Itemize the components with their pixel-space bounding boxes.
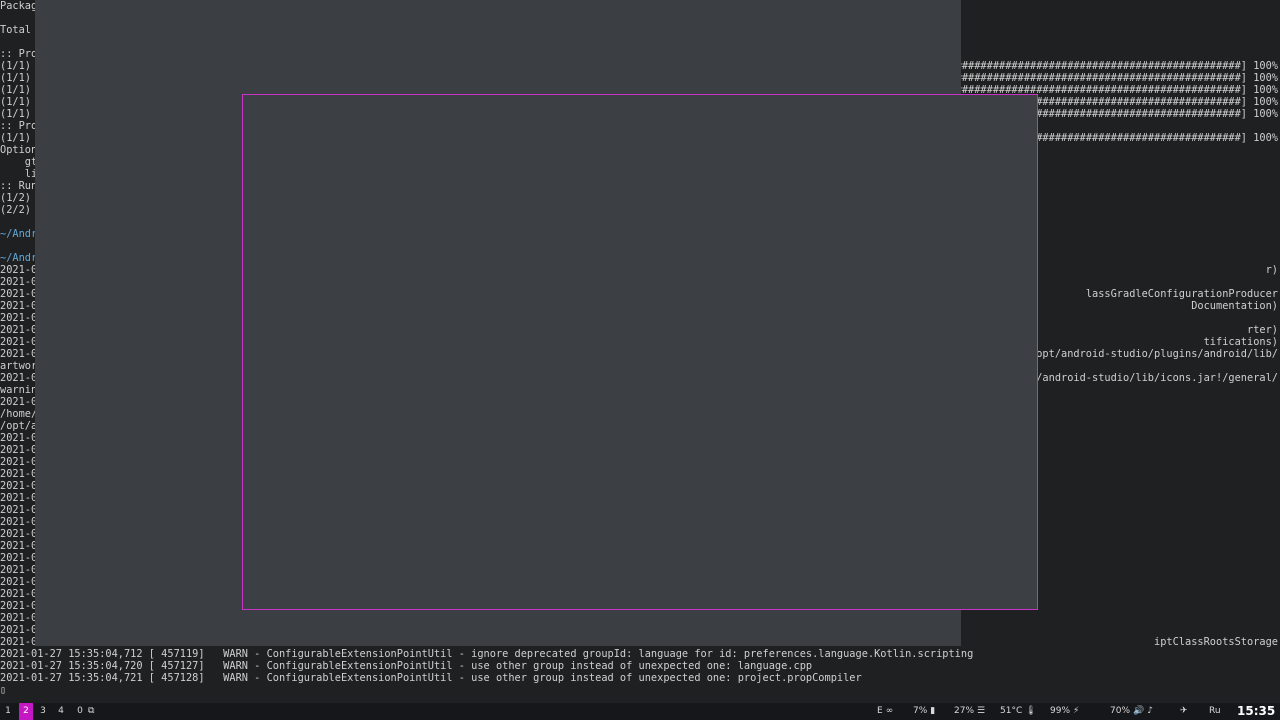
terminal-prompt-cursor[interactable]: ▯: [0, 684, 6, 696]
battery-charging-icon: ⚡: [1073, 706, 1080, 716]
terminal-line: rter): [1247, 324, 1278, 336]
terminal-line: 2021-0: [0, 336, 38, 348]
terminal-line: Documentation): [1191, 300, 1278, 312]
terminal-line: Option: [0, 144, 38, 156]
terminal-line: artwor: [0, 360, 38, 372]
terminal-line: 2021-0: [0, 468, 38, 480]
terminal-line: 2021-0: [0, 516, 38, 528]
terminal-line: 2021-0: [0, 588, 38, 600]
terminal-line: r): [1265, 264, 1278, 276]
terminal-line: :: Pro: [0, 48, 38, 60]
terminal-line: (1/1): [0, 72, 31, 84]
log-line: 2021-01-27 15:35:04,720 [ 457127] WARN -…: [0, 660, 813, 672]
terminal-line: 2021-0: [0, 492, 38, 504]
terminal-line: gt: [0, 156, 38, 168]
terminal-line: Total: [0, 24, 31, 36]
terminal-line: 2021-0: [0, 480, 38, 492]
terminal-line: ########################################…: [949, 60, 1278, 72]
terminal-line: 2021-0: [0, 312, 38, 324]
terminal-line: ~/Andr: [0, 252, 38, 264]
terminal-line: Packag: [0, 0, 38, 12]
floating-focused-window[interactable]: [242, 94, 1038, 610]
log-line: 2021-01-27 15:35:04,721 [ 457128] WARN -…: [0, 672, 862, 684]
terminal-line: 2021-0: [0, 348, 38, 360]
terminal-line: 2021-0: [0, 528, 38, 540]
language-indicator[interactable]: Ru: [1209, 703, 1221, 720]
status-bar: 1 2 3 4 0 ⧉ E ∞ 7% ▮ 27% ☰ 51°C 🌡 99% ⚡ 70% 🔊 ♪…: [0, 703, 1280, 720]
workspace-3[interactable]: 3: [36, 703, 50, 720]
terminal-line: 2021-0: [0, 624, 38, 636]
terminal-line: (1/1): [0, 96, 31, 108]
clock: 15:35: [1237, 704, 1276, 718]
tray-icon[interactable]: ✈: [1180, 703, 1188, 720]
terminal-line: li: [0, 168, 38, 180]
terminal-line: 2021-0: [0, 564, 38, 576]
terminal-line: 2021-0: [0, 276, 38, 288]
speaker-icon: 🔊: [1133, 706, 1145, 716]
terminal-line: :: Run: [0, 180, 38, 192]
battery: 99% ⚡: [1050, 703, 1079, 720]
terminal-line: (1/2): [0, 192, 31, 204]
terminal-line: 2021-0: [0, 264, 38, 276]
headphones-icon: ♪: [1147, 706, 1153, 716]
terminal-line: tifications): [1203, 336, 1278, 348]
terminal-line: 2021-0: [0, 444, 38, 456]
workspace-4[interactable]: 4: [54, 703, 68, 720]
terminal-line: (1/1): [0, 108, 31, 120]
workspace-1[interactable]: 1: [1, 703, 15, 720]
terminal-line: 2021-0: [0, 456, 38, 468]
memory-icon: ☰: [977, 706, 986, 716]
terminal-line: iptClassRootsStorage: [1154, 636, 1278, 648]
terminal-line: ~/Andr: [0, 228, 38, 240]
terminal-line: 2021-0: [0, 612, 38, 624]
link-icon: ∞: [885, 706, 894, 716]
terminal-line: 2021-0: [0, 504, 38, 516]
terminal-line: 2021-0: [0, 600, 38, 612]
terminal-line: t/android-studio/lib/icons.jar!/general/: [1030, 372, 1278, 384]
terminal-line: 2021-0: [0, 432, 38, 444]
workspace-2-active[interactable]: 2: [19, 703, 33, 720]
thermometer-icon: 🌡: [1025, 706, 1037, 716]
terminal-line: 2021-0: [0, 288, 38, 300]
terminal-line: 2021-0: [0, 372, 38, 384]
keyboard-layout-indicator: E ∞: [877, 703, 893, 720]
terminal-line: (1/1): [0, 132, 31, 144]
terminal-line: warnin: [0, 384, 38, 396]
terminal-line: 2021-0: [0, 636, 38, 648]
terminal-line: 2021-0: [0, 396, 38, 408]
terminal-line: (1/1): [0, 84, 31, 96]
volume[interactable]: 70% 🔊 ♪: [1110, 703, 1153, 720]
terminal-line: 2021-0: [0, 576, 38, 588]
cpu-usage: 7% ▮: [913, 703, 935, 720]
temperature: 51°C 🌡: [1000, 703, 1037, 720]
terminal-line: /opt/android-studio/plugins/android/lib/: [1030, 348, 1278, 360]
terminal-line: :: Pro: [0, 120, 38, 132]
terminal-line: lassGradleConfigurationProducer: [1085, 288, 1278, 300]
terminal-line: (2/2): [0, 204, 31, 216]
memory-usage: 27% ☰: [954, 703, 985, 720]
cpu-icon: ▮: [930, 706, 936, 716]
terminal-line: (1/1): [0, 60, 31, 72]
terminal-line: 2021-0: [0, 324, 38, 336]
floating-layout-icon[interactable]: ⧉: [88, 703, 94, 720]
terminal-line: ########################################…: [949, 72, 1278, 84]
terminal-line: /home/: [0, 408, 38, 420]
terminal-line: 2021-0: [0, 300, 38, 312]
terminal-line: /opt/a: [0, 420, 38, 432]
terminal-line: 2021-0: [0, 540, 38, 552]
terminal-line: 2021-0: [0, 552, 38, 564]
workspace-0[interactable]: 0: [73, 703, 87, 720]
log-line: 2021-01-27 15:35:04,712 [ 457119] WARN -…: [0, 648, 974, 660]
